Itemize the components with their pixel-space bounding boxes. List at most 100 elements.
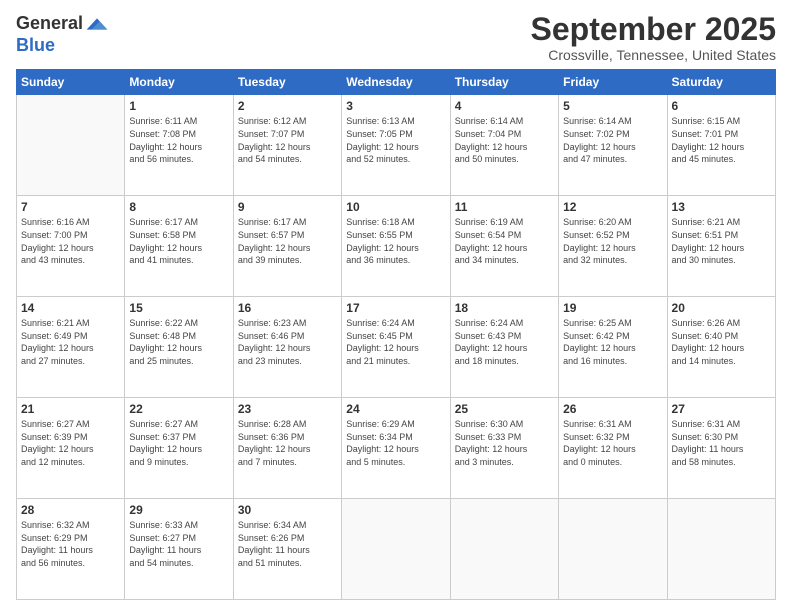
table-row: [17, 95, 125, 196]
day-info: Sunrise: 6:11 AM Sunset: 7:08 PM Dayligh…: [129, 115, 228, 165]
day-info: Sunrise: 6:18 AM Sunset: 6:55 PM Dayligh…: [346, 216, 445, 266]
day-info: Sunrise: 6:25 AM Sunset: 6:42 PM Dayligh…: [563, 317, 662, 367]
day-info: Sunrise: 6:28 AM Sunset: 6:36 PM Dayligh…: [238, 418, 337, 468]
table-row: 12Sunrise: 6:20 AM Sunset: 6:52 PM Dayli…: [559, 196, 667, 297]
day-info: Sunrise: 6:23 AM Sunset: 6:46 PM Dayligh…: [238, 317, 337, 367]
day-info: Sunrise: 6:12 AM Sunset: 7:07 PM Dayligh…: [238, 115, 337, 165]
header-sunday: Sunday: [17, 70, 125, 95]
day-number: 25: [455, 401, 554, 417]
table-row: 11Sunrise: 6:19 AM Sunset: 6:54 PM Dayli…: [450, 196, 558, 297]
day-info: Sunrise: 6:14 AM Sunset: 7:04 PM Dayligh…: [455, 115, 554, 165]
day-number: 13: [672, 199, 771, 215]
table-row: 25Sunrise: 6:30 AM Sunset: 6:33 PM Dayli…: [450, 398, 558, 499]
day-info: Sunrise: 6:20 AM Sunset: 6:52 PM Dayligh…: [563, 216, 662, 266]
logo-icon: [85, 12, 109, 36]
table-row: 23Sunrise: 6:28 AM Sunset: 6:36 PM Dayli…: [233, 398, 341, 499]
day-number: 26: [563, 401, 662, 417]
day-info: Sunrise: 6:24 AM Sunset: 6:45 PM Dayligh…: [346, 317, 445, 367]
day-info: Sunrise: 6:13 AM Sunset: 7:05 PM Dayligh…: [346, 115, 445, 165]
calendar-table: Sunday Monday Tuesday Wednesday Thursday…: [16, 69, 776, 600]
day-info: Sunrise: 6:19 AM Sunset: 6:54 PM Dayligh…: [455, 216, 554, 266]
table-row: 20Sunrise: 6:26 AM Sunset: 6:40 PM Dayli…: [667, 297, 775, 398]
day-number: 29: [129, 502, 228, 518]
month-title: September 2025: [531, 12, 776, 47]
day-info: Sunrise: 6:34 AM Sunset: 6:26 PM Dayligh…: [238, 519, 337, 569]
day-number: 22: [129, 401, 228, 417]
table-row: 27Sunrise: 6:31 AM Sunset: 6:30 PM Dayli…: [667, 398, 775, 499]
table-row: 22Sunrise: 6:27 AM Sunset: 6:37 PM Dayli…: [125, 398, 233, 499]
day-info: Sunrise: 6:33 AM Sunset: 6:27 PM Dayligh…: [129, 519, 228, 569]
table-row: 2Sunrise: 6:12 AM Sunset: 7:07 PM Daylig…: [233, 95, 341, 196]
day-info: Sunrise: 6:31 AM Sunset: 6:30 PM Dayligh…: [672, 418, 771, 468]
day-info: Sunrise: 6:14 AM Sunset: 7:02 PM Dayligh…: [563, 115, 662, 165]
day-number: 2: [238, 98, 337, 114]
day-number: 6: [672, 98, 771, 114]
table-row: 26Sunrise: 6:31 AM Sunset: 6:32 PM Dayli…: [559, 398, 667, 499]
day-number: 17: [346, 300, 445, 316]
table-row: [667, 499, 775, 600]
table-row: 5Sunrise: 6:14 AM Sunset: 7:02 PM Daylig…: [559, 95, 667, 196]
day-number: 7: [21, 199, 120, 215]
table-row: 28Sunrise: 6:32 AM Sunset: 6:29 PM Dayli…: [17, 499, 125, 600]
calendar-week-row: 1Sunrise: 6:11 AM Sunset: 7:08 PM Daylig…: [17, 95, 776, 196]
day-info: Sunrise: 6:21 AM Sunset: 6:51 PM Dayligh…: [672, 216, 771, 266]
day-number: 19: [563, 300, 662, 316]
day-number: 11: [455, 199, 554, 215]
day-number: 18: [455, 300, 554, 316]
day-info: Sunrise: 6:26 AM Sunset: 6:40 PM Dayligh…: [672, 317, 771, 367]
header-tuesday: Tuesday: [233, 70, 341, 95]
day-info: Sunrise: 6:16 AM Sunset: 7:00 PM Dayligh…: [21, 216, 120, 266]
day-info: Sunrise: 6:24 AM Sunset: 6:43 PM Dayligh…: [455, 317, 554, 367]
table-row: 16Sunrise: 6:23 AM Sunset: 6:46 PM Dayli…: [233, 297, 341, 398]
day-number: 28: [21, 502, 120, 518]
day-number: 9: [238, 199, 337, 215]
day-info: Sunrise: 6:22 AM Sunset: 6:48 PM Dayligh…: [129, 317, 228, 367]
header-thursday: Thursday: [450, 70, 558, 95]
header-friday: Friday: [559, 70, 667, 95]
day-number: 4: [455, 98, 554, 114]
logo-text-blue: Blue: [16, 36, 109, 56]
day-number: 3: [346, 98, 445, 114]
table-row: 29Sunrise: 6:33 AM Sunset: 6:27 PM Dayli…: [125, 499, 233, 600]
day-number: 14: [21, 300, 120, 316]
logo-text-general: General: [16, 14, 83, 34]
table-row: 4Sunrise: 6:14 AM Sunset: 7:04 PM Daylig…: [450, 95, 558, 196]
day-number: 24: [346, 401, 445, 417]
table-row: 18Sunrise: 6:24 AM Sunset: 6:43 PM Dayli…: [450, 297, 558, 398]
table-row: [559, 499, 667, 600]
table-row: 9Sunrise: 6:17 AM Sunset: 6:57 PM Daylig…: [233, 196, 341, 297]
day-info: Sunrise: 6:27 AM Sunset: 6:39 PM Dayligh…: [21, 418, 120, 468]
page-header: General Blue September 2025 Crossville, …: [16, 12, 776, 63]
calendar-week-row: 14Sunrise: 6:21 AM Sunset: 6:49 PM Dayli…: [17, 297, 776, 398]
day-info: Sunrise: 6:17 AM Sunset: 6:58 PM Dayligh…: [129, 216, 228, 266]
calendar-week-row: 28Sunrise: 6:32 AM Sunset: 6:29 PM Dayli…: [17, 499, 776, 600]
day-number: 10: [346, 199, 445, 215]
calendar-page: General Blue September 2025 Crossville, …: [0, 0, 792, 612]
table-row: [342, 499, 450, 600]
table-row: 30Sunrise: 6:34 AM Sunset: 6:26 PM Dayli…: [233, 499, 341, 600]
logo: General Blue: [16, 12, 109, 56]
day-number: 23: [238, 401, 337, 417]
day-info: Sunrise: 6:21 AM Sunset: 6:49 PM Dayligh…: [21, 317, 120, 367]
day-info: Sunrise: 6:27 AM Sunset: 6:37 PM Dayligh…: [129, 418, 228, 468]
day-number: 20: [672, 300, 771, 316]
calendar-header-row: Sunday Monday Tuesday Wednesday Thursday…: [17, 70, 776, 95]
day-number: 30: [238, 502, 337, 518]
table-row: 8Sunrise: 6:17 AM Sunset: 6:58 PM Daylig…: [125, 196, 233, 297]
header-saturday: Saturday: [667, 70, 775, 95]
day-number: 12: [563, 199, 662, 215]
table-row: 1Sunrise: 6:11 AM Sunset: 7:08 PM Daylig…: [125, 95, 233, 196]
table-row: 19Sunrise: 6:25 AM Sunset: 6:42 PM Dayli…: [559, 297, 667, 398]
day-info: Sunrise: 6:15 AM Sunset: 7:01 PM Dayligh…: [672, 115, 771, 165]
day-info: Sunrise: 6:32 AM Sunset: 6:29 PM Dayligh…: [21, 519, 120, 569]
day-info: Sunrise: 6:30 AM Sunset: 6:33 PM Dayligh…: [455, 418, 554, 468]
day-number: 5: [563, 98, 662, 114]
table-row: 14Sunrise: 6:21 AM Sunset: 6:49 PM Dayli…: [17, 297, 125, 398]
day-number: 16: [238, 300, 337, 316]
day-number: 15: [129, 300, 228, 316]
calendar-week-row: 21Sunrise: 6:27 AM Sunset: 6:39 PM Dayli…: [17, 398, 776, 499]
location-title: Crossville, Tennessee, United States: [531, 47, 776, 63]
table-row: 3Sunrise: 6:13 AM Sunset: 7:05 PM Daylig…: [342, 95, 450, 196]
table-row: 15Sunrise: 6:22 AM Sunset: 6:48 PM Dayli…: [125, 297, 233, 398]
table-row: 21Sunrise: 6:27 AM Sunset: 6:39 PM Dayli…: [17, 398, 125, 499]
